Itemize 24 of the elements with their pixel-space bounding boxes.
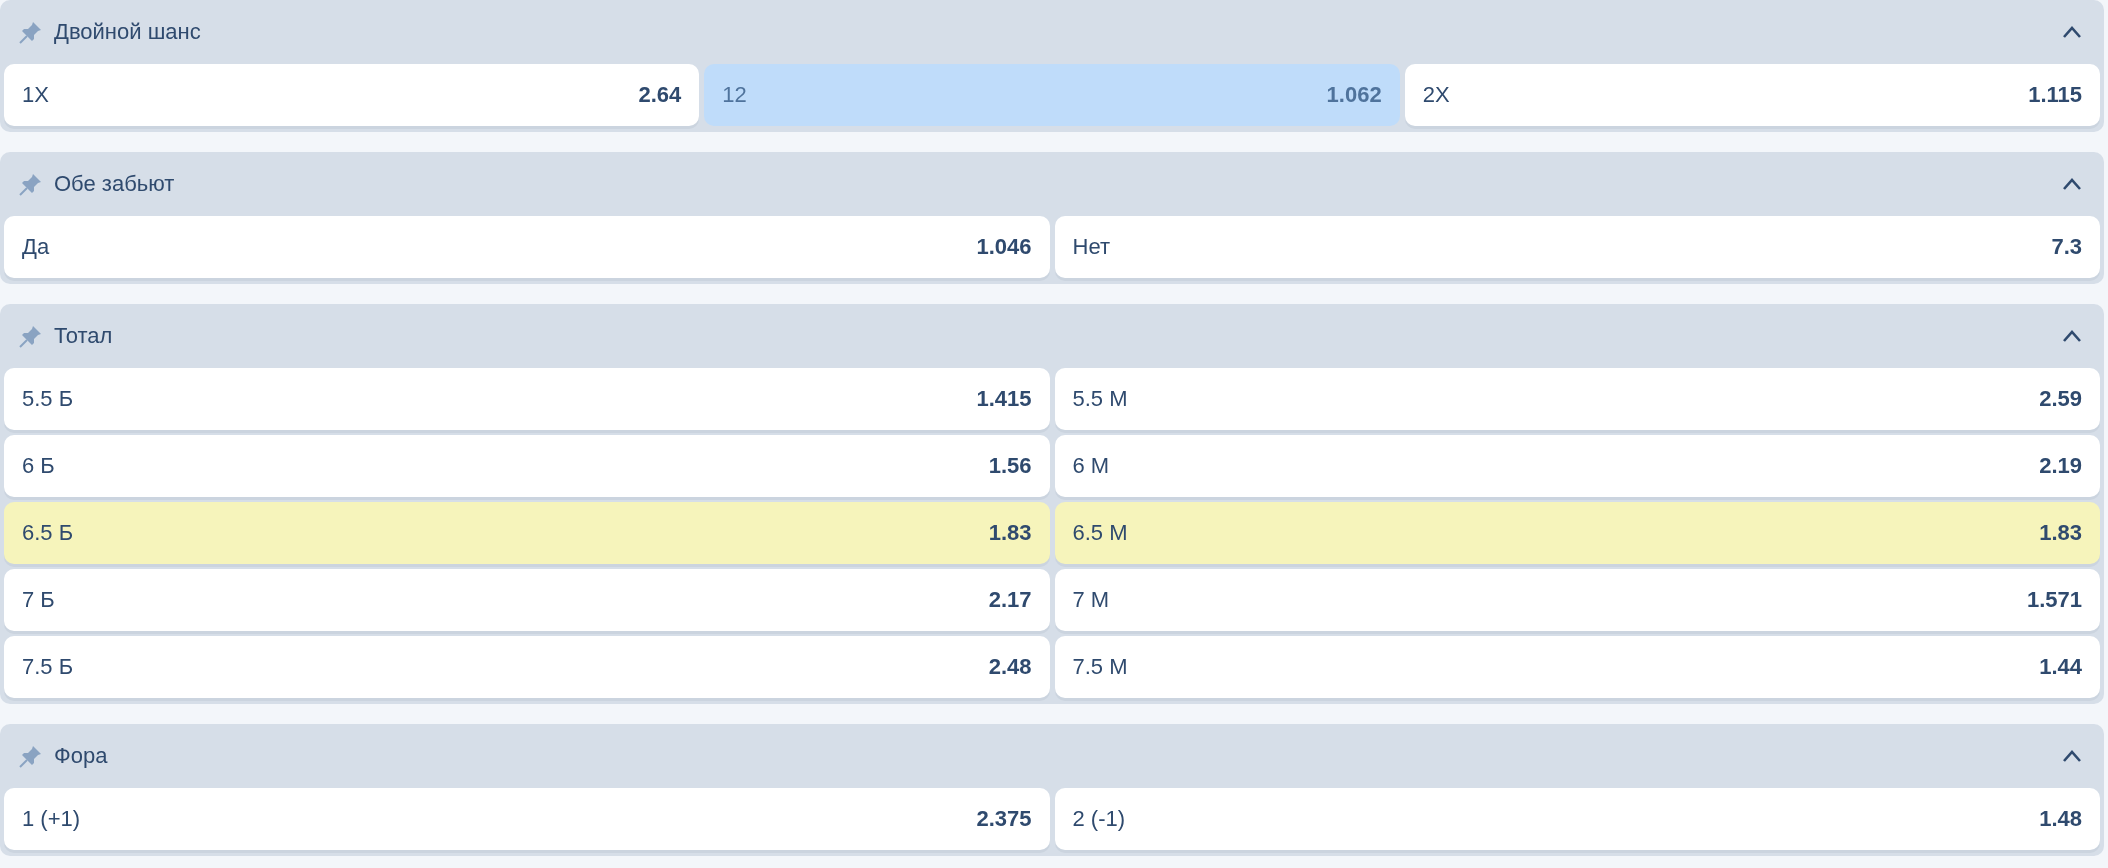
odds-button[interactable]: 5.5 Б 1.415 <box>4 368 1050 430</box>
odds-button[interactable]: 5.5 М 2.59 <box>1054 368 2100 430</box>
collapse-caret-icon[interactable] <box>2062 329 2082 343</box>
odds-button[interactable]: 1X 2.64 <box>4 64 700 126</box>
odds-button[interactable]: 7 М 1.571 <box>1054 569 2100 631</box>
market-title: Тотал <box>54 323 114 349</box>
collapse-caret-icon[interactable] <box>2062 177 2082 191</box>
odds-button[interactable]: 6 М 2.19 <box>1054 435 2100 497</box>
collapse-caret-icon[interactable] <box>2062 749 2082 763</box>
market-title: Фора <box>54 743 109 769</box>
market-title: Двойной шанс <box>54 19 202 45</box>
odds-button[interactable]: 2 (-1) 1.48 <box>1054 788 2100 850</box>
odds-button[interactable]: 1 (+1) 2.375 <box>4 788 1050 850</box>
market-title: Обе забьют <box>54 171 176 197</box>
collapse-caret-icon[interactable] <box>2062 25 2082 39</box>
odds-button[interactable]: 6 Б 1.56 <box>4 435 1050 497</box>
odds-button[interactable]: 7.5 Б 2.48 <box>4 636 1050 698</box>
odds-button[interactable]: 7 Б 2.17 <box>4 569 1050 631</box>
odds-button[interactable]: Да 1.046 <box>4 216 1050 278</box>
odds-button[interactable]: 6.5 Б 1.83 <box>4 502 1050 564</box>
odds-button[interactable]: 7.5 М 1.44 <box>1054 636 2100 698</box>
odds-button[interactable]: 6.5 М 1.83 <box>1054 502 2100 564</box>
odds-button[interactable]: 2X 1.115 <box>1404 64 2100 126</box>
odds-button[interactable]: Нет 7.3 <box>1054 216 2100 278</box>
